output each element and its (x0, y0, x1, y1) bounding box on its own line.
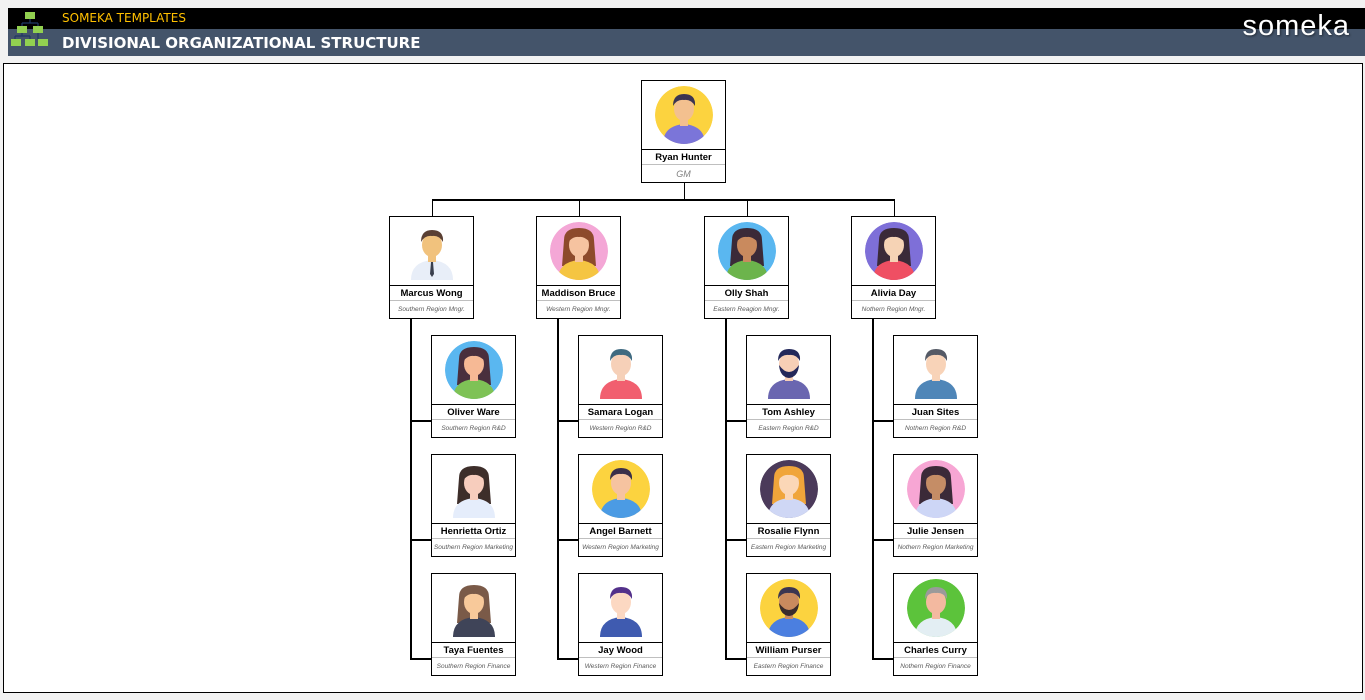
connector-branch (557, 539, 578, 541)
avatar-man-purple-hair-blue-shirt-icon (592, 579, 650, 637)
connector-branch (557, 420, 578, 422)
employee-role: Western Region Marketing (582, 544, 659, 551)
avatar-woman-bob-hair-white-uniform-icon (445, 460, 503, 518)
connector-root-down (683, 183, 685, 199)
avatar-man-shirt-tie-icon (403, 222, 461, 280)
employee-name: Olly Shah (705, 285, 788, 301)
connector-branch (725, 539, 746, 541)
avatar-man-beard-blue-jacket-yellow-bg-icon (759, 579, 818, 637)
connector-trunk (410, 319, 412, 659)
employee-name: Jay Wood (579, 642, 662, 658)
employee-name: Taya Fuentes (432, 642, 515, 658)
connector-branch (872, 420, 893, 422)
connector-manager-up (578, 199, 580, 216)
org-chart-logo-icon (11, 12, 48, 46)
employee-role: Southern Region R&D (441, 425, 506, 432)
employee-role: Southern Region Finance (436, 663, 511, 670)
connector-branch (725, 658, 746, 660)
connector-trunk (872, 319, 874, 659)
employee-name: Angel Barnett (579, 523, 662, 539)
connector-branch (410, 658, 431, 660)
employee-card[interactable]: Julie Jensen Nothern Region Marketing (893, 454, 978, 557)
employee-card[interactable]: Henrietta Ortiz Southern Region Marketing (431, 454, 516, 557)
employee-name: Julie Jensen (894, 523, 977, 539)
employee-name: William Purser (747, 642, 830, 658)
connector-manager-up (746, 199, 748, 216)
employee-name: Tom Ashley (747, 404, 830, 420)
employee-card[interactable]: Alivia Day Nothern Region Mngr. (851, 216, 936, 319)
employee-name: Rosalie Flynn (747, 523, 830, 539)
avatar-woman-red-hoodie-purple-bg-icon (864, 222, 923, 280)
employee-card[interactable]: Oliver Ware Southern Region R&D (431, 335, 516, 438)
connector-branch (410, 539, 431, 541)
employee-card[interactable]: Angel Barnett Western Region Marketing (578, 454, 663, 557)
employee-name: Henrietta Ortiz (432, 523, 515, 539)
connector-branch (725, 420, 746, 422)
avatar-woman-dark-blazer-icon (445, 579, 503, 637)
connector-manager-up (431, 199, 433, 216)
brand-label: SOMEKA TEMPLATES (62, 11, 186, 25)
connector-manager-up (893, 199, 895, 216)
avatar-woman-ponytail-yellow-bg-icon (591, 460, 650, 518)
employee-name: Oliver Ware (432, 404, 515, 420)
employee-role: Eastern Reagion Mngr. (713, 306, 780, 313)
employee-card[interactable]: Rosalie Flynn Eastern Region Marketing (746, 454, 831, 557)
employee-role: Western Region Mngr. (546, 306, 611, 313)
avatar-man-red-shirt-icon (592, 341, 650, 399)
someka-logo[interactable]: someka (1242, 10, 1350, 43)
connector-branch (872, 658, 893, 660)
employee-card[interactable]: Jay Wood Western Region Finance (578, 573, 663, 676)
employee-role: Eastern Region R&D (758, 425, 819, 432)
employee-card[interactable]: William Purser Eastern Region Finance (746, 573, 831, 676)
connector-trunk (557, 319, 559, 659)
connector-branch (872, 539, 893, 541)
avatar-woman-green-top-blue-bg-icon (444, 341, 503, 399)
avatar-man-purple-shirt-yellow-bg-icon (654, 86, 713, 144)
employee-card[interactable]: Marcus Wong Southern Region Mngr. (389, 216, 474, 319)
employee-name: Marcus Wong (390, 285, 473, 301)
employee-card[interactable]: Tom Ashley Eastern Region R&D (746, 335, 831, 438)
employee-role: Nothern Region Marketing (897, 544, 974, 551)
employee-role: Nothern Region Finance (900, 663, 971, 670)
employee-name: Ryan Hunter (642, 149, 725, 165)
connector-bus (431, 199, 895, 201)
employee-card[interactable]: Olly Shah Eastern Reagion Mngr. (704, 216, 789, 319)
employee-card[interactable]: Ryan Hunter GM (641, 80, 726, 183)
employee-role: Eastern Region Marketing (750, 544, 827, 551)
avatar-woman-curly-hair-pink-bg-icon (906, 460, 965, 518)
employee-role: Western Region Finance (584, 663, 657, 670)
employee-name: Charles Curry (894, 642, 977, 658)
employee-card[interactable]: Juan Sites Nothern Region R&D (893, 335, 978, 438)
employee-card[interactable]: Maddison Bruce Western Region Mngr. (536, 216, 621, 319)
employee-card[interactable]: Charles Curry Nothern Region Finance (893, 573, 978, 676)
employee-name: Alivia Day (852, 285, 935, 301)
employee-card[interactable]: Taya Fuentes Southern Region Finance (431, 573, 516, 676)
connector-branch (410, 420, 431, 422)
employee-role: GM (676, 169, 691, 179)
avatar-woman-yellow-jacket-pink-bg-icon (549, 222, 608, 280)
avatar-old-man-glasses-green-bg-icon (906, 579, 965, 637)
employee-role: Nothern Region Mngr. (861, 306, 926, 313)
employee-role: Southern Region Marketing (433, 544, 514, 551)
employee-role: Western Region R&D (589, 425, 652, 432)
employee-role: Southern Region Mngr. (398, 306, 465, 313)
connector-trunk (725, 319, 727, 659)
avatar-man-blue-shirt-icon (907, 341, 965, 399)
employee-name: Samara Logan (579, 404, 662, 420)
employee-name: Juan Sites (894, 404, 977, 420)
avatar-man-beard-glasses-icon (760, 341, 818, 399)
avatar-woman-green-hoodie-blue-bg-icon (717, 222, 776, 280)
avatar-woman-blonde-dark-bg-icon (759, 460, 818, 518)
connector-branch (557, 658, 578, 660)
page-title: DIVISIONAL ORGANIZATIONAL STRUCTURE (62, 34, 421, 52)
employee-role: Nothern Region R&D (904, 425, 967, 432)
employee-card[interactable]: Samara Logan Western Region R&D (578, 335, 663, 438)
employee-role: Eastern Region Finance (753, 663, 824, 670)
employee-name: Maddison Bruce (537, 285, 620, 301)
header-top-bar (8, 8, 1365, 29)
